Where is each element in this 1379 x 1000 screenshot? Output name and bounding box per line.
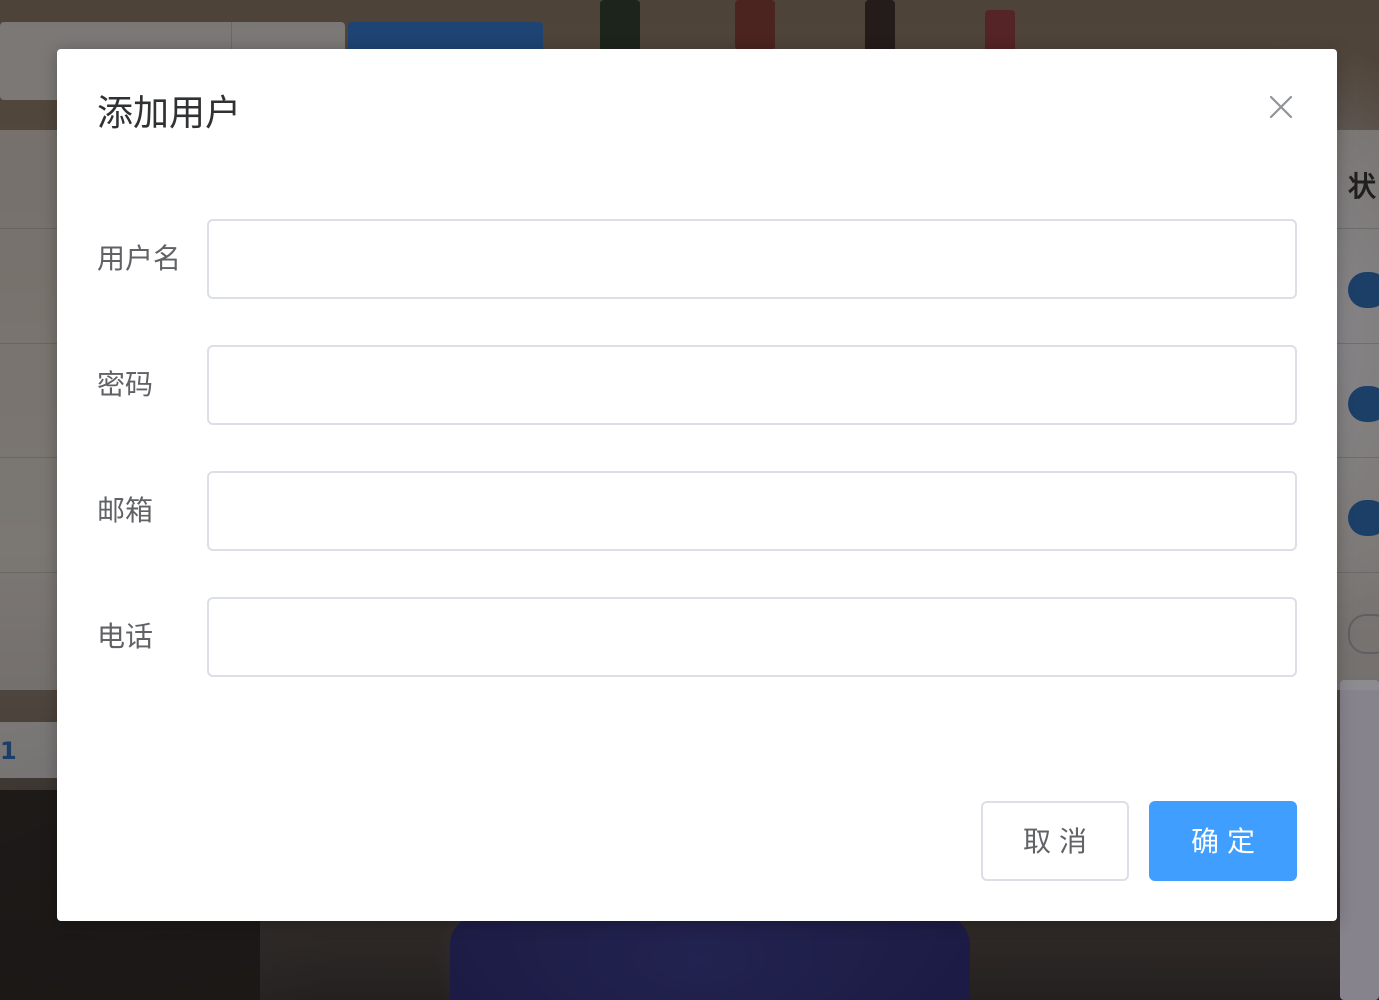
form-row-password: 密码 — [97, 345, 1297, 425]
form-row-username: 用户名 — [97, 219, 1297, 299]
confirm-button[interactable]: 确定 — [1149, 801, 1297, 881]
email-label: 邮箱 — [97, 494, 154, 527]
add-user-dialog: 添加用户 用户名 密码 邮箱 电话 取消 确定 — [57, 49, 1337, 921]
form-row-email: 邮箱 — [97, 471, 1297, 551]
dialog-title: 添加用户 — [97, 93, 242, 134]
username-input[interactable] — [207, 219, 1297, 299]
close-icon — [1269, 95, 1293, 119]
password-label: 密码 — [97, 368, 154, 401]
password-input[interactable] — [207, 345, 1297, 425]
form-row-phone: 电话 — [97, 597, 1297, 677]
email-input[interactable] — [207, 471, 1297, 551]
close-button[interactable] — [1265, 91, 1297, 123]
phone-label: 电话 — [97, 620, 154, 653]
cancel-button[interactable]: 取消 — [981, 801, 1129, 881]
phone-input[interactable] — [207, 597, 1297, 677]
username-label: 用户名 — [97, 242, 182, 275]
